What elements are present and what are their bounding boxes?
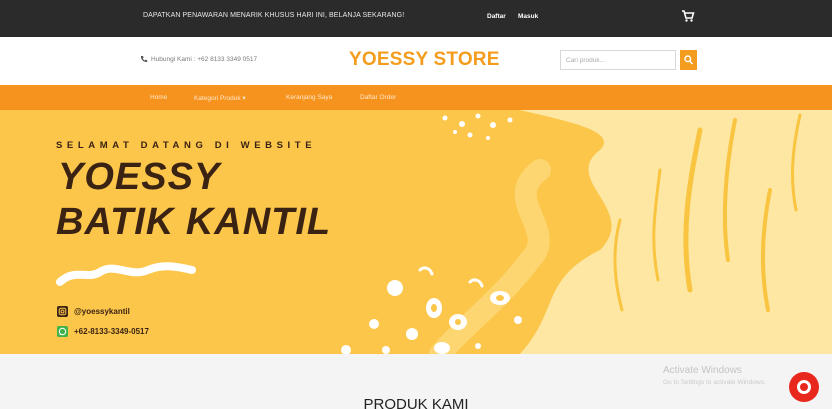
top-bar: DAPATKAN PENAWARAN MENARIK KHUSUS HARI I…: [0, 0, 832, 37]
nav-home[interactable]: Home: [150, 94, 167, 101]
whatsapp-icon: [57, 326, 68, 337]
nav-order-list[interactable]: Daftar Order: [360, 94, 396, 101]
site-header: Hubungi Kami : +62 8133 3349 0517 YOESSY…: [0, 37, 832, 85]
activate-windows-subtitle: Go to Settings to activate Windows.: [663, 379, 766, 386]
products-section: PRODUK KAMI Activate Windows Go to Setti…: [0, 354, 832, 409]
whatsapp-label: +62-8133-3349-0517: [74, 327, 149, 336]
phone-icon: [141, 56, 148, 63]
whatsapp-number[interactable]: +62-8133-3349-0517: [57, 326, 149, 337]
activate-windows-title: Activate Windows: [663, 365, 742, 376]
register-link[interactable]: Daftar: [487, 13, 506, 20]
instagram-label: @yoessykantil: [74, 307, 130, 316]
login-link[interactable]: Masuk: [518, 13, 538, 20]
contact-phone: Hubungi Kami : +62 8133 3349 0517: [140, 55, 257, 63]
hero-title-line1: YOESSY: [58, 156, 221, 198]
products-heading: PRODUK KAMI: [363, 396, 469, 409]
hero-banner: SELAMAT DATANG DI WEBSITE YOESSY BATIK K…: [0, 110, 832, 354]
cart-icon[interactable]: [681, 9, 695, 23]
nav-my-cart[interactable]: Keranjang Saya: [286, 94, 332, 101]
search-button[interactable]: [680, 50, 697, 70]
store-logo[interactable]: YOESSY STORE: [349, 49, 500, 71]
welcome-text: SELAMAT DATANG DI WEBSITE: [56, 140, 317, 151]
promo-text: DAPATKAN PENAWARAN MENARIK KHUSUS HARI I…: [143, 12, 405, 19]
chat-button[interactable]: [789, 372, 819, 402]
search-icon: [684, 55, 693, 65]
search-input[interactable]: [560, 50, 676, 70]
hero-title-line2: BATIK KANTIL: [56, 201, 332, 243]
nav-product-category[interactable]: Kategori Produk ▾: [194, 94, 246, 102]
chat-icon: [797, 380, 811, 394]
main-nav: Home Kategori Produk ▾ Keranjang Saya Da…: [0, 85, 832, 110]
instagram-icon: [57, 306, 68, 317]
phone-label: Hubungi Kami : +62 8133 3349 0517: [151, 56, 258, 63]
instagram-handle[interactable]: @yoessykantil: [57, 306, 130, 317]
